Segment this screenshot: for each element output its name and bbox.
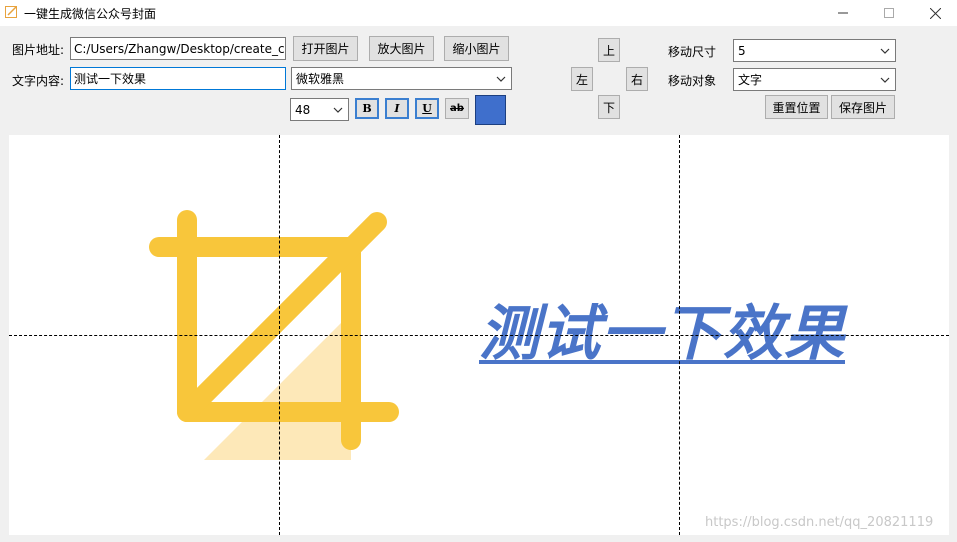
zoom-in-button[interactable]: 放大图片 (369, 36, 434, 61)
move-right-button[interactable]: 右 (626, 67, 648, 91)
move-up-button[interactable]: 上 (598, 38, 620, 62)
window-title: 一键生成微信公众号封面 (24, 7, 157, 21)
title-bar: 一键生成微信公众号封面 (0, 0, 957, 26)
chevron-down-icon (880, 77, 890, 83)
app-icon (5, 6, 17, 18)
zoom-out-button[interactable]: 缩小图片 (444, 36, 509, 61)
move-down-button[interactable]: 下 (598, 95, 620, 119)
crop-icon (149, 210, 399, 460)
font-size-value: 48 (295, 102, 311, 117)
close-icon (929, 7, 941, 19)
move-step-value: 5 (738, 43, 746, 58)
strikethrough-button[interactable]: ab (445, 98, 469, 119)
horizontal-guide-line (9, 335, 949, 336)
image-path-input[interactable]: C:/Users/Zhangw/Desktop/create_cc (70, 37, 286, 60)
bold-button[interactable]: B (355, 98, 379, 119)
italic-button[interactable]: I (385, 98, 409, 119)
move-target-label: 移动对象 (668, 74, 717, 88)
minimize-icon (838, 12, 848, 14)
move-target-value: 文字 (738, 73, 763, 87)
open-image-button[interactable]: 打开图片 (293, 36, 358, 61)
move-step-select[interactable]: 5 (733, 39, 896, 62)
chevron-down-icon (333, 107, 343, 113)
font-family-select[interactable]: 微软雅黑 (291, 67, 512, 90)
move-step-label: 移动尺寸 (668, 45, 717, 59)
text-content-label: 文字内容: (12, 74, 65, 88)
close-button[interactable] (912, 0, 957, 26)
image-path-label: 图片地址: (12, 43, 65, 57)
chevron-down-icon (496, 76, 506, 82)
maximize-button[interactable] (866, 0, 912, 26)
preview-canvas[interactable]: 测试一下效果 https://blog.csdn.net/qq_20821119 (9, 135, 949, 535)
minimize-button[interactable] (820, 0, 866, 26)
maximize-icon (884, 8, 894, 18)
font-family-value: 微软雅黑 (296, 72, 345, 86)
save-image-button[interactable]: 保存图片 (831, 95, 895, 119)
underline-button[interactable]: U (415, 98, 439, 119)
reset-position-button[interactable]: 重置位置 (765, 95, 828, 119)
preview-text[interactable]: 测试一下效果 (479, 285, 845, 372)
move-target-select[interactable]: 文字 (733, 68, 896, 91)
font-size-select[interactable]: 48 (290, 98, 349, 121)
text-content-input[interactable]: 测试一下效果 (70, 67, 286, 90)
chevron-down-icon (880, 48, 890, 54)
text-color-button[interactable] (475, 95, 506, 125)
move-left-button[interactable]: 左 (571, 67, 593, 91)
watermark: https://blog.csdn.net/qq_20821119 (705, 515, 934, 530)
